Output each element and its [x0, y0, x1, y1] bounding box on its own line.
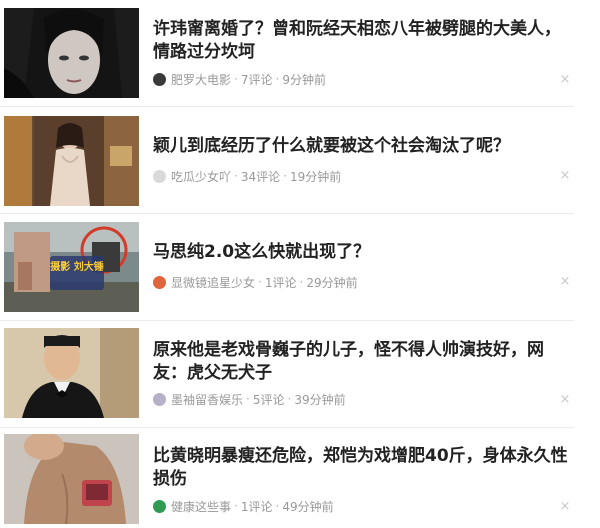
news-time: 49分钟前 [282, 499, 334, 514]
portrait-thumbnail-image [4, 8, 139, 98]
news-source[interactable]: 健康这些事 [171, 498, 231, 515]
news-item-3[interactable]: 摄影 刘大锤 马思纯2.0这么快就出现了？ 显微镜追星少女 · 1评论 · 29… [0, 214, 574, 321]
actor-body-thumbnail-image [4, 434, 139, 524]
meta-separator: · [246, 392, 250, 406]
news-meta: 肥罗大电影 · 7评论 · 9分钟前 [153, 70, 326, 88]
news-comments: 5评论 [252, 392, 285, 407]
health-avatar-icon [153, 499, 166, 513]
star-girl-avatar-icon [153, 275, 166, 289]
news-time: 29分钟前 [306, 275, 358, 290]
meta-separator: · [287, 392, 292, 406]
news-time: 19分钟前 [289, 169, 342, 184]
ink-avatar-icon [153, 392, 166, 406]
dismiss-close-icon[interactable]: × [558, 393, 572, 407]
meta-separator: · [258, 275, 262, 289]
news-thumbnail[interactable] [4, 434, 139, 524]
news-thumbnail[interactable]: 摄影 刘大锤 [4, 222, 139, 312]
watermark-text: 摄影 刘大锤 [50, 260, 103, 273]
news-title[interactable]: 比黄晓明暴瘦还危险，郑恺为戏增肥40斤，身体永久性损伤 [153, 445, 573, 491]
news-time: 9分钟前 [282, 72, 326, 87]
dismiss-close-icon[interactable]: × [558, 169, 572, 183]
meta-separator: · [234, 169, 238, 183]
news-source[interactable]: 显微镜追星少女 [171, 274, 255, 291]
meta-separator: · [275, 499, 280, 513]
meta-separator: · [234, 499, 238, 513]
news-meta: 健康这些事 · 1评论 · 49分钟前 [153, 497, 334, 515]
dismiss-close-icon[interactable]: × [558, 73, 572, 87]
news-item-2[interactable]: 颖儿到底经历了什么就要被这个社会淘汰了呢？ 吃瓜少女吖 · 34评论 · 19分… [0, 107, 574, 214]
girl-avatar-icon [153, 169, 166, 183]
film-avatar-icon [153, 72, 166, 86]
news-thumbnail[interactable] [4, 116, 139, 206]
news-source[interactable]: 墨袖留香娱乐 [171, 391, 243, 408]
actor-thumbnail-image [4, 328, 139, 418]
news-source[interactable]: 肥罗大电影 [171, 71, 231, 88]
news-item-5[interactable]: 比黄晓明暴瘦还危险，郑恺为戏增肥40斤，身体永久性损伤 健康这些事 · 1评论 … [0, 428, 574, 528]
news-time: 39分钟前 [294, 392, 346, 407]
news-comments: 7评论 [240, 72, 273, 87]
news-meta: 吃瓜少女吖 · 34评论 · 19分钟前 [153, 167, 341, 185]
meta-separator: · [234, 72, 238, 86]
news-thumbnail[interactable] [4, 328, 139, 418]
news-source[interactable]: 吃瓜少女吖 [171, 168, 231, 185]
news-title[interactable]: 马思纯2.0这么快就出现了？ [153, 241, 573, 264]
news-comments: 34评论 [240, 169, 281, 184]
news-comments: 1评论 [240, 499, 273, 514]
meta-separator: · [283, 169, 287, 183]
news-feed: 许玮甯离婚了？曾和阮经天相恋八年被劈腿的大美人，情路过分坎坷 肥罗大电影 · 7… [0, 0, 600, 528]
event-thumbnail-image [4, 116, 139, 206]
meta-separator: · [275, 72, 280, 86]
news-comments: 1评论 [264, 275, 297, 290]
meta-separator: · [299, 275, 304, 289]
news-title[interactable]: 原来他是老戏骨巍子的儿子，怪不得人帅演技好，网友：虎父无犬子 [153, 339, 573, 385]
news-meta: 显微镜追星少女 · 1评论 · 29分钟前 [153, 273, 358, 291]
news-title[interactable]: 许玮甯离婚了？曾和阮经天相恋八年被劈腿的大美人，情路过分坎坷 [153, 18, 573, 64]
news-thumbnail[interactable] [4, 8, 139, 98]
news-item-4[interactable]: 原来他是老戏骨巍子的儿子，怪不得人帅演技好，网友：虎父无犬子 墨袖留香娱乐 · … [0, 321, 574, 428]
paparazzi-thumbnail-image: 摄影 刘大锤 [4, 222, 139, 312]
dismiss-close-icon[interactable]: × [558, 275, 572, 289]
news-item-1[interactable]: 许玮甯离婚了？曾和阮经天相恋八年被劈腿的大美人，情路过分坎坷 肥罗大电影 · 7… [0, 0, 574, 107]
news-title[interactable]: 颖儿到底经历了什么就要被这个社会淘汰了呢？ [153, 135, 573, 158]
dismiss-close-icon[interactable]: × [558, 500, 572, 514]
news-meta: 墨袖留香娱乐 · 5评论 · 39分钟前 [153, 390, 346, 408]
